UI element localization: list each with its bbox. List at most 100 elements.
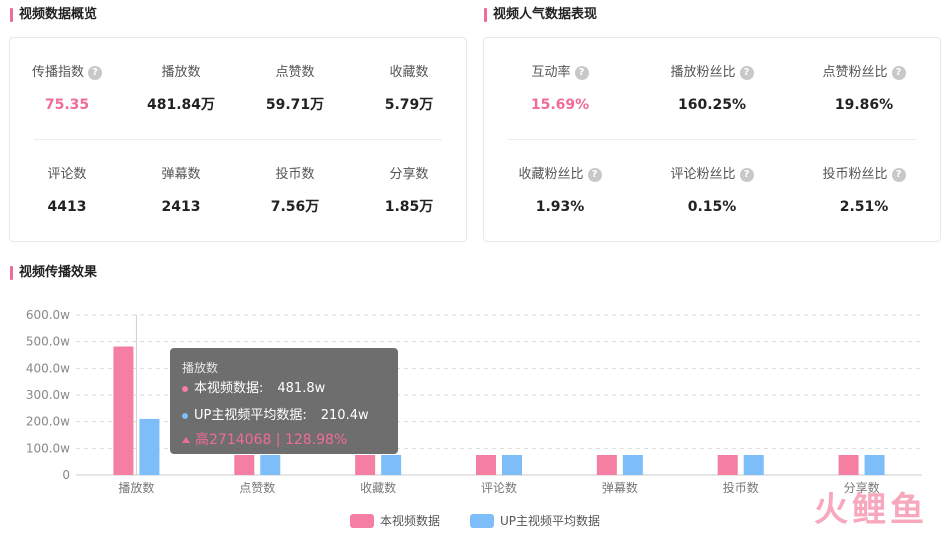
metric-value: 1.93% xyxy=(535,199,585,215)
x-category-label: 点赞数 xyxy=(239,480,275,495)
metric-value: 0.15% xyxy=(687,199,737,215)
help-question-icon[interactable]: ? xyxy=(891,66,906,80)
overview-card: 传播指数? 75.35 播放数 481.84万 点赞数 59.71万 收藏数 5.79万 评论… xyxy=(9,37,467,242)
overview-title: 视频数据概览 xyxy=(10,7,97,23)
metric-cell: 传播指数? 75.35 xyxy=(10,64,124,114)
bar-this-video xyxy=(476,455,496,475)
tooltip-diff: 高2714068 | 128.98% xyxy=(182,429,386,451)
chart-legend: 本视频数据 UP主视频平均数据 xyxy=(0,512,950,529)
bar-this-video xyxy=(355,455,376,475)
x-category-label: 播放数 xyxy=(118,480,154,495)
metric-value: 4413 xyxy=(47,199,87,215)
bar-up-average xyxy=(502,455,522,475)
triangle-up-icon xyxy=(182,437,190,443)
metric-cell: 评论数 4413 xyxy=(10,166,124,216)
x-category-label: 弹幕数 xyxy=(602,480,638,495)
tooltip-line-up-average: UP主视频平均数据: 210.4w xyxy=(182,405,386,427)
legend-item-this-video[interactable]: 本视频数据 xyxy=(349,512,440,529)
tooltip-line2-label: UP主视频平均数据: xyxy=(194,408,307,423)
metric-label: 播放粉丝比? xyxy=(636,64,788,82)
y-tick-label: 500.0w xyxy=(26,335,70,349)
metric-value: 481.84万 xyxy=(146,97,216,113)
bar-up-average xyxy=(743,455,764,475)
metric-cell: 收藏数 5.79万 xyxy=(352,64,466,114)
metric-cell: 播放数 481.84万 xyxy=(124,64,238,114)
bar-this-video xyxy=(596,455,617,475)
metric-label-text: 投币粉丝比 xyxy=(822,167,888,182)
help-question-icon[interactable]: ? xyxy=(88,66,102,80)
y-tick-label: 200.0w xyxy=(26,415,70,429)
bar-this-video xyxy=(234,455,255,475)
metric-label: 播放数 xyxy=(124,64,238,82)
metric-cell: 评论粉丝比? 0.15% xyxy=(636,166,788,216)
x-category-label: 投币数 xyxy=(723,480,759,495)
bar-up-average xyxy=(622,455,643,475)
popularity-row-1: 互动率? 15.69% 播放粉丝比? 160.25% 点赞粉丝比? 19.86% xyxy=(484,64,940,114)
popularity-card: 互动率? 15.69% 播放粉丝比? 160.25% 点赞粉丝比? 19.86% 收藏粉丝… xyxy=(483,37,941,242)
help-question-icon[interactable]: ? xyxy=(739,66,754,80)
metric-cell: 互动率? 15.69% xyxy=(484,64,636,114)
metric-value: 1.85万 xyxy=(384,199,434,215)
tooltip-title: 播放数 xyxy=(182,361,219,375)
bar-up-average xyxy=(864,455,885,475)
y-tick-label: 400.0w xyxy=(26,361,70,375)
spread-title: 视频传播效果 xyxy=(10,265,97,281)
metric-value: 15.69% xyxy=(530,97,590,113)
spread-bar-chart[interactable]: 0 100.0w 200.0w 300.0w 400.0w 500.0w 600.0w 播放数… xyxy=(0,295,950,500)
metric-label-text: 播放数 xyxy=(161,65,201,80)
legend-label: UP主视频平均数据 xyxy=(499,514,601,528)
metric-value: 75.35 xyxy=(44,97,90,113)
bar-up-average xyxy=(139,418,160,475)
metric-cell: 收藏粉丝比? 1.93% xyxy=(484,166,636,216)
metric-label-text: 分享数 xyxy=(389,167,429,182)
popularity-title: 视频人气数据表现 xyxy=(484,7,597,23)
metric-label: 评论数 xyxy=(10,166,124,184)
metric-label: 弹幕数 xyxy=(124,166,238,184)
legend-swatch xyxy=(469,513,494,528)
legend-item-up-average[interactable]: UP主视频平均数据 xyxy=(469,512,601,529)
help-question-icon[interactable]: ? xyxy=(739,168,754,182)
series-dot-icon xyxy=(182,386,188,392)
bar-up-average xyxy=(381,455,402,475)
bar-this-video xyxy=(838,455,859,475)
overview-divider xyxy=(34,139,442,140)
metric-value: 2.51% xyxy=(839,199,889,215)
legend-label: 本视频数据 xyxy=(379,514,440,528)
metric-cell: 分享数 1.85万 xyxy=(352,166,466,216)
metric-label-text: 投币数 xyxy=(275,167,315,182)
metric-label-text: 点赞粉丝比 xyxy=(822,65,888,80)
metric-label: 投币粉丝比? xyxy=(788,166,940,184)
metric-value: 59.71万 xyxy=(265,97,325,113)
help-question-icon[interactable]: ? xyxy=(587,168,602,182)
x-category-label: 收藏数 xyxy=(360,480,396,495)
metric-label-text: 评论数 xyxy=(47,167,87,182)
metric-cell: 点赞数 59.71万 xyxy=(238,64,352,114)
metric-cell: 点赞粉丝比? 19.86% xyxy=(788,64,940,114)
metric-value: 5.79万 xyxy=(384,97,434,113)
metric-label-text: 传播指数 xyxy=(31,65,84,80)
bar-this-video xyxy=(113,346,134,475)
help-question-icon[interactable]: ? xyxy=(891,168,906,182)
bar-this-video xyxy=(717,455,738,475)
metric-label: 互动率? xyxy=(484,64,636,82)
metric-value: 7.56万 xyxy=(270,199,320,215)
metric-label: 点赞数 xyxy=(238,64,352,82)
tooltip-diff-text: 高2714068 | 128.98% xyxy=(195,432,348,448)
tooltip-line2-value: 210.4w xyxy=(320,408,369,423)
help-question-icon[interactable]: ? xyxy=(574,66,589,80)
metric-label: 收藏数 xyxy=(352,64,466,82)
metric-label: 评论粉丝比? xyxy=(636,166,788,184)
metric-label-text: 互动率 xyxy=(531,65,571,80)
metric-cell: 投币粉丝比? 2.51% xyxy=(788,166,940,216)
metric-label: 传播指数? xyxy=(10,64,124,82)
overview-row-1: 传播指数? 75.35 播放数 481.84万 点赞数 59.71万 收藏数 5.79万 xyxy=(10,64,466,114)
metric-label: 分享数 xyxy=(352,166,466,184)
metric-cell: 播放粉丝比? 160.25% xyxy=(636,64,788,114)
metric-value: 19.86% xyxy=(834,97,894,113)
series-dot-icon xyxy=(182,413,188,419)
metric-label-text: 播放粉丝比 xyxy=(670,65,736,80)
watermark-logo: 火鲤鱼 xyxy=(814,490,928,530)
bar-up-average xyxy=(260,455,281,475)
x-category-label: 评论数 xyxy=(481,480,517,495)
y-tick-label: 600.0w xyxy=(26,308,70,322)
